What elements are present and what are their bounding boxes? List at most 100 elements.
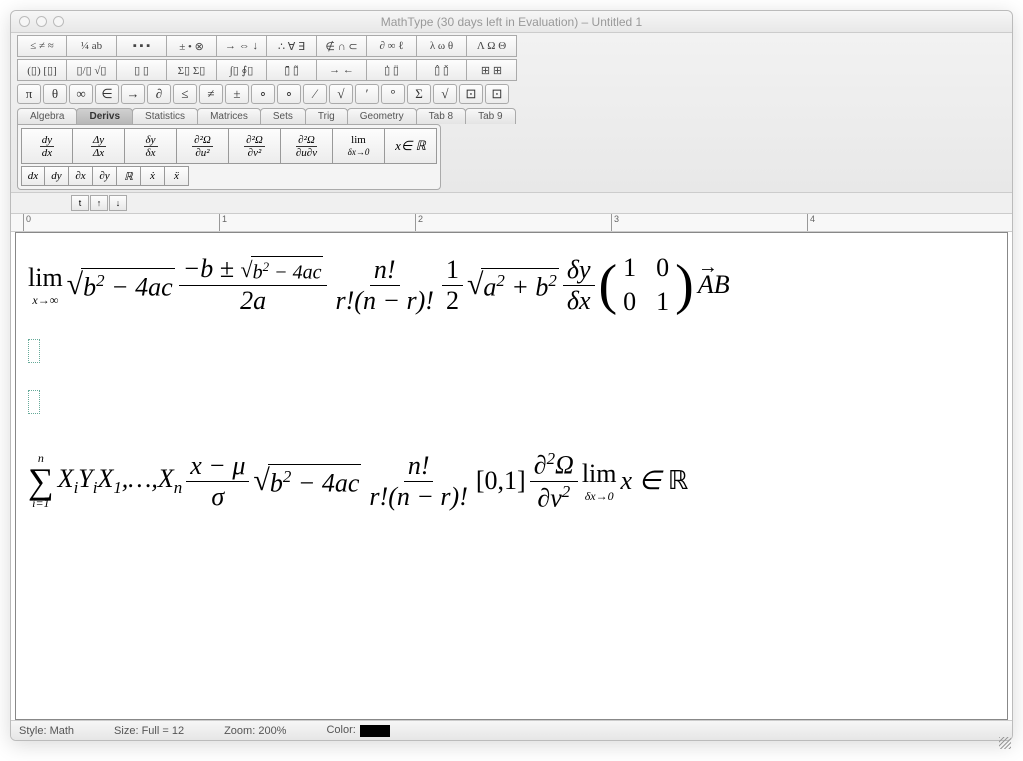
tab-derivs[interactable]: Derivs — [76, 108, 133, 124]
palette-fences[interactable]: (▯) [▯] — [17, 59, 67, 81]
ruler-mark-4: 4 — [807, 214, 815, 231]
palette-spaces[interactable]: ¼ ab — [67, 35, 117, 57]
mini-t[interactable]: t — [71, 195, 89, 211]
tab-statistics[interactable]: Statistics — [132, 108, 198, 124]
sym-le[interactable]: ≤ — [173, 84, 197, 104]
ruler-mark-3: 3 — [611, 214, 619, 231]
palette-scripts[interactable]: ▯ ▯ — [117, 59, 167, 81]
palette-accents[interactable]: ▯̇ ▯̈ — [367, 59, 417, 81]
sm-xddot[interactable]: ẍ — [165, 166, 189, 186]
close-icon[interactable] — [19, 16, 30, 27]
sym-pi[interactable]: π — [17, 84, 41, 104]
tab-geometry[interactable]: Geometry — [347, 108, 417, 124]
palette-integrals[interactable]: ∫▯ ∮▯ — [217, 59, 267, 81]
minimize-icon[interactable] — [36, 16, 47, 27]
category-tabbar: Algebra Derivs Statistics Matrices Sets … — [17, 108, 1006, 124]
palette-logic[interactable]: ∴ ∀ ∃ — [267, 35, 317, 57]
palette-set-ops[interactable]: ∉ ∩ ⊂ — [317, 35, 367, 57]
sym-box2[interactable]: ⊡ — [485, 84, 509, 104]
zoom-icon[interactable] — [53, 16, 64, 27]
ruler-mark-0: 0 — [23, 214, 31, 231]
binomial-2: n! r!(n − r)! — [365, 451, 471, 512]
one-half: 1 2 — [442, 255, 463, 316]
deriv-d2-omega-u2[interactable]: ∂²Ω∂u² — [177, 128, 229, 164]
quick-symbol-row: π θ ∞ ∈ → ∂ ≤ ≠ ± ∘ ∘ ⁄ √ ′ ° Σ √ ⊡ ⊡ — [17, 84, 1006, 104]
sym-ne[interactable]: ≠ — [199, 84, 223, 104]
palette-fractions[interactable]: ▯/▯ √▯ — [67, 59, 117, 81]
symbol-palette-row-1: ≤ ≠ ≈ ¼ ab ▪ ▪ ▪ ± • ⊗ → ⇔ ↓ ∴ ∀ ∃ ∉ ∩ ⊂… — [17, 35, 1006, 57]
palette-operators[interactable]: ± • ⊗ — [167, 35, 217, 57]
palette-bars[interactable]: ▯̄ ▯̃ — [267, 59, 317, 81]
sym-infinity[interactable]: ∞ — [69, 84, 93, 104]
derivs-panel: dydx ΔyΔx δyδx ∂²Ω∂u² ∂²Ω∂v² ∂²Ω∂u∂v lim… — [17, 124, 441, 190]
sm-px[interactable]: ∂x — [69, 166, 93, 186]
tab-matrices[interactable]: Matrices — [197, 108, 261, 124]
sm-reals[interactable]: ℝ — [117, 166, 141, 186]
palette-greek-upper[interactable]: Λ Ω Θ — [467, 35, 517, 57]
sym-circ2[interactable]: ∘ — [277, 84, 301, 104]
deriv-d2-omega-v2[interactable]: ∂²Ω∂v² — [229, 128, 281, 164]
traffic-lights — [11, 16, 64, 27]
sym-element[interactable]: ∈ — [95, 84, 119, 104]
sym-partial[interactable]: ∂ — [147, 84, 171, 104]
sym-sum[interactable]: Σ — [407, 84, 431, 104]
deriv-dy-dx[interactable]: dydx — [21, 128, 73, 164]
sm-py[interactable]: ∂y — [93, 166, 117, 186]
alignment-toolbar: t ↑ ↓ — [11, 193, 1012, 214]
tab-sets[interactable]: Sets — [260, 108, 306, 124]
status-zoom: Zoom: 200% — [224, 725, 286, 737]
empty-slot-2[interactable] — [28, 390, 40, 414]
identity-matrix: ( 10 01 ) — [599, 253, 694, 317]
tab-trig[interactable]: Trig — [305, 108, 348, 124]
deriv-var-y-x[interactable]: δyδx — [125, 128, 177, 164]
ruler[interactable]: 0 1 2 3 4 — [11, 214, 1012, 232]
palette-greek-lower[interactable]: λ ω θ — [417, 35, 467, 57]
summation: n ∑ i=1 — [28, 451, 54, 511]
deriv-d2-omega-uv[interactable]: ∂²Ω∂u∂v — [281, 128, 333, 164]
resize-handle-icon[interactable] — [999, 737, 1011, 749]
sm-dy[interactable]: dy — [45, 166, 69, 186]
color-swatch-icon[interactable] — [360, 725, 390, 737]
partial-2: ∂2Ω ∂v2 — [530, 449, 578, 513]
sym-sqrt[interactable]: √ — [329, 84, 353, 104]
sym-degree[interactable]: ° — [381, 84, 405, 104]
sym-frac[interactable]: ⁄ — [303, 84, 327, 104]
sym-pm[interactable]: ± — [225, 84, 249, 104]
palette-hats[interactable]: ▯̂ ▯̌ — [417, 59, 467, 81]
empty-slot-1[interactable] — [28, 339, 40, 363]
status-size: Size: Full = 12 — [114, 725, 184, 737]
palette-matrices[interactable]: ⊞ ⊞ — [467, 59, 517, 81]
status-color[interactable]: Color: — [326, 724, 389, 736]
tab-algebra[interactable]: Algebra — [17, 108, 77, 124]
mini-up-icon[interactable]: ↑ — [90, 195, 108, 211]
sm-dx[interactable]: dx — [21, 166, 45, 186]
palette-relations[interactable]: ≤ ≠ ≈ — [17, 35, 67, 57]
palette-arrows[interactable]: → ⇔ ↓ — [217, 35, 267, 57]
sym-root[interactable]: √ — [433, 84, 457, 104]
deriv-x-in-r[interactable]: x ∈ ℝ — [385, 128, 437, 164]
sym-arrow[interactable]: → — [121, 84, 145, 104]
tab-9[interactable]: Tab 9 — [465, 108, 515, 124]
equation-line-2: n ∑ i=1 XiYiX1,…,Xn x − μ σ √ b2 − 4ac n… — [28, 449, 995, 513]
sm-xdot[interactable]: ẋ — [141, 166, 165, 186]
palette-calculus[interactable]: ∂ ∞ ℓ — [367, 35, 417, 57]
palette-dots[interactable]: ▪ ▪ ▪ — [117, 35, 167, 57]
sym-prime[interactable]: ′ — [355, 84, 379, 104]
equation-canvas[interactable]: lim x→∞ √ b2 − 4ac −b ± √b2 − 4ac 2a n! … — [15, 232, 1008, 720]
ruler-mark-2: 2 — [415, 214, 423, 231]
sym-box1[interactable]: ⊡ — [459, 84, 483, 104]
mini-down-icon[interactable]: ↓ — [109, 195, 127, 211]
interval: [0,1] — [476, 466, 526, 496]
limit-expr: lim x→∞ — [28, 263, 63, 308]
statusbar: Style: Math Size: Full = 12 Zoom: 200% C… — [11, 720, 1012, 740]
deriv-lim[interactable]: limδx→0 — [333, 128, 385, 164]
sym-theta[interactable]: θ — [43, 84, 67, 104]
binomial-coeff: n! r!(n − r)! — [331, 255, 437, 316]
z-score: x − μ σ — [186, 451, 249, 512]
status-style: Style: Math — [19, 725, 74, 737]
tab-8[interactable]: Tab 8 — [416, 108, 466, 124]
palette-sums[interactable]: Σ▯ Σ▯ — [167, 59, 217, 81]
deriv-delta-y-x[interactable]: ΔyΔx — [73, 128, 125, 164]
palette-arrows-2[interactable]: → ← — [317, 59, 367, 81]
sym-circ1[interactable]: ∘ — [251, 84, 275, 104]
